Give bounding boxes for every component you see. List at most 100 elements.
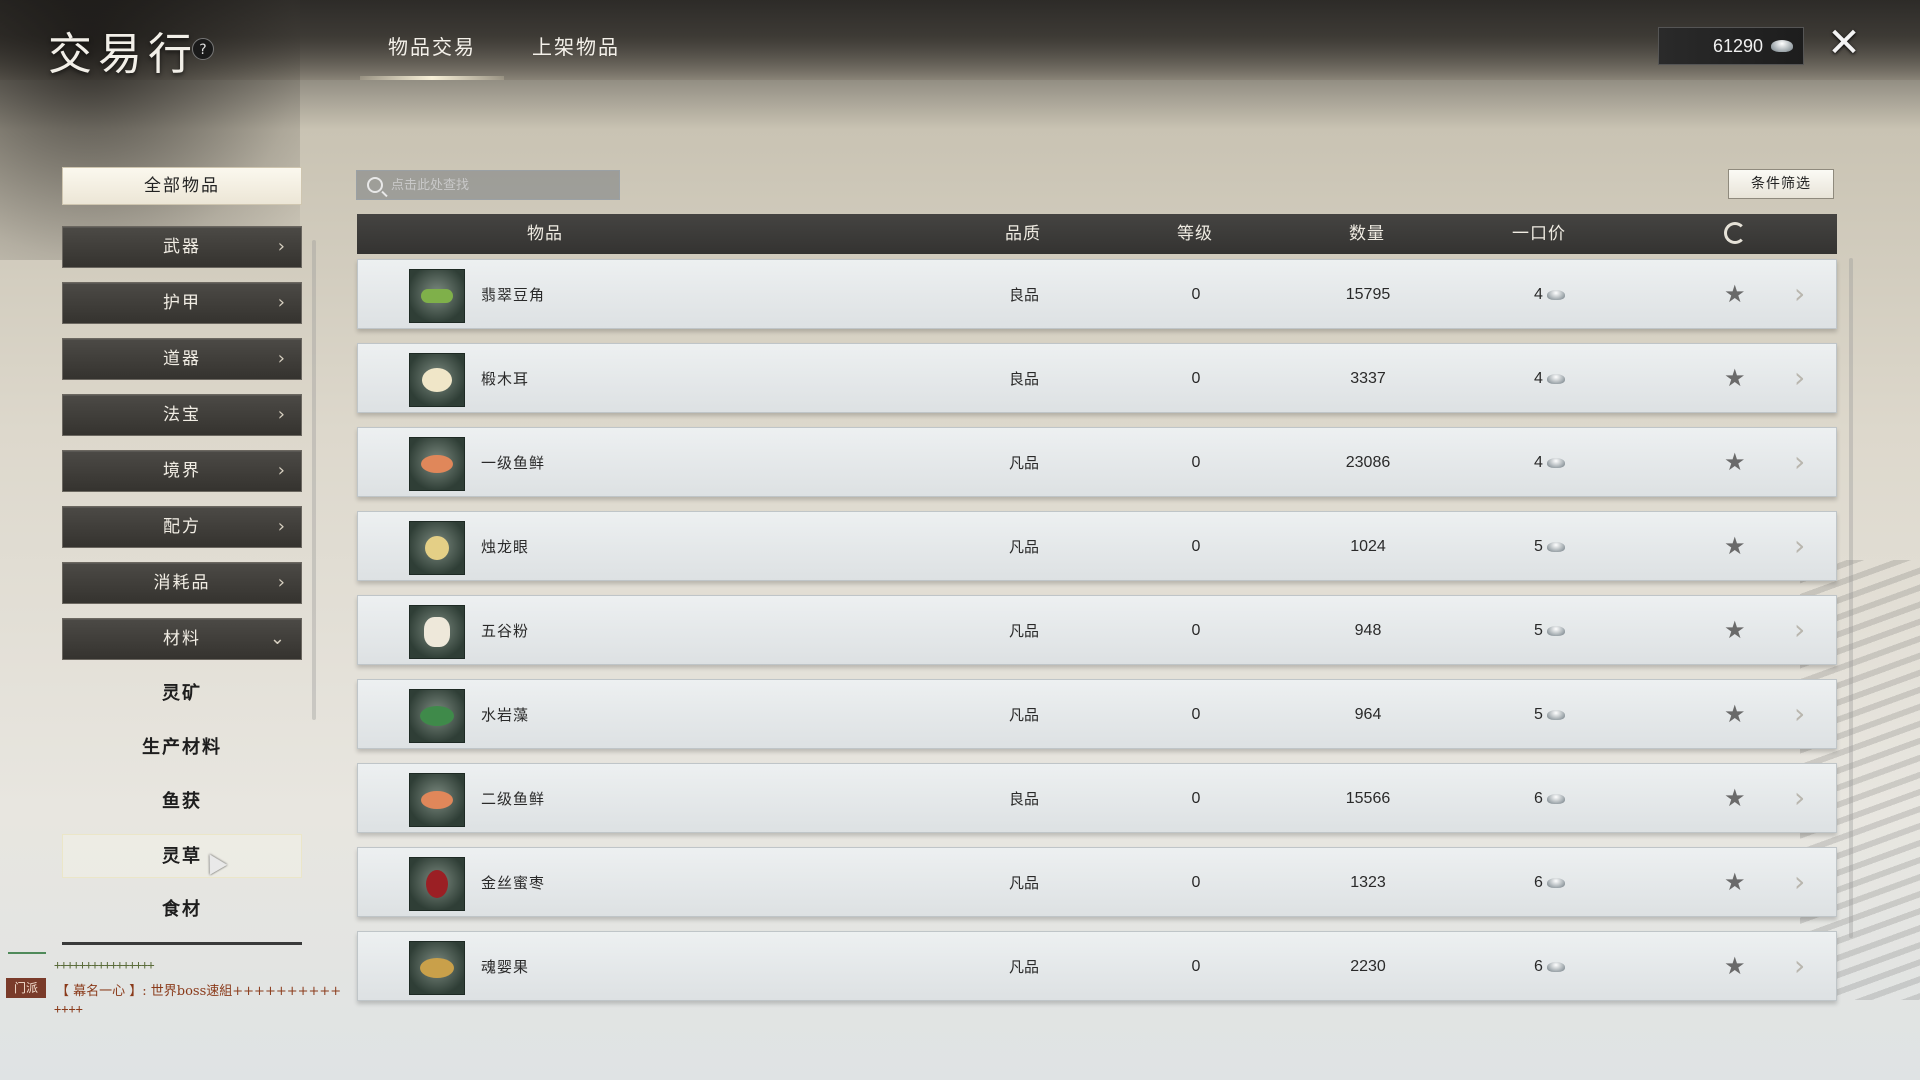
item-price: 4 <box>1534 344 1565 414</box>
refresh-icon[interactable] <box>1724 222 1746 244</box>
favorite-star-icon[interactable]: ★ <box>1724 618 1746 642</box>
category-label: 护甲 <box>163 293 201 313</box>
item-quality: 凡品 <box>1008 958 1040 976</box>
chat-message[interactable]: 【 幕名一心 】: 世界boss速組++++++++++ <box>56 980 341 999</box>
chevron-right-icon[interactable]: › <box>1794 700 1805 728</box>
price-value: 6 <box>1534 958 1543 975</box>
table-row[interactable]: 一级鱼鲜 凡品 0 23086 4 ★ › <box>357 427 1837 497</box>
chevron-right-icon[interactable]: › <box>1794 364 1805 392</box>
favorite-star-icon[interactable]: ★ <box>1724 450 1746 474</box>
category-label: 法宝 <box>163 405 201 425</box>
flour-sack-icon <box>409 605 465 659</box>
favorite-star-icon[interactable]: ★ <box>1724 954 1746 978</box>
table-header: 物品 品质 等级 数量 一口价 <box>357 214 1837 254</box>
chevron-right-icon: › <box>277 404 287 425</box>
favorite-star-icon[interactable]: ★ <box>1724 702 1746 726</box>
item-quality: 良品 <box>1008 286 1040 304</box>
header-item: 物品 <box>527 224 563 244</box>
category-treasure[interactable]: 法宝 › <box>62 394 302 436</box>
chevron-right-icon[interactable]: › <box>1794 784 1805 812</box>
filter-button[interactable]: 条件筛选 <box>1728 169 1834 199</box>
search-box[interactable] <box>356 170 620 200</box>
favorite-star-icon[interactable]: ★ <box>1724 786 1746 810</box>
item-quality: 良品 <box>1008 790 1040 808</box>
chevron-right-icon: › <box>277 572 287 593</box>
category-label: 材料 <box>163 629 201 649</box>
silver-ingot-icon <box>1546 794 1565 804</box>
chat-line: ++++++++++++++++ <box>54 958 155 972</box>
item-price: 6 <box>1534 932 1565 1002</box>
header-quality: 品质 <box>1005 224 1041 244</box>
favorite-star-icon[interactable]: ★ <box>1724 870 1746 894</box>
table-row[interactable]: 二级鱼鲜 良品 0 15566 6 ★ › <box>357 763 1837 833</box>
white-fungus-icon <box>409 353 465 407</box>
item-price: 5 <box>1534 680 1565 750</box>
item-price: 6 <box>1534 764 1565 834</box>
category-weapon[interactable]: 武器 › <box>62 226 302 268</box>
item-quality: 凡品 <box>1008 706 1040 724</box>
search-input[interactable] <box>391 177 591 193</box>
sidebar-scrollbar[interactable] <box>312 240 316 720</box>
chevron-right-icon: › <box>277 236 287 257</box>
silver-ingot-icon <box>1546 374 1565 384</box>
subcategory-production-material[interactable]: 生产材料 <box>62 726 302 770</box>
subcategory-spirit-herb[interactable]: 灵草 <box>62 834 302 878</box>
tab-list-item[interactable]: 上架物品 <box>520 30 632 80</box>
chevron-right-icon[interactable]: › <box>1794 532 1805 560</box>
category-artifact[interactable]: 道器 › <box>62 338 302 380</box>
category-label: 境界 <box>163 461 201 481</box>
table-row[interactable]: 翡翠豆角 良品 0 15795 4 ★ › <box>357 259 1837 329</box>
table-row[interactable]: 金丝蜜枣 凡品 0 1323 6 ★ › <box>357 847 1837 917</box>
category-armor[interactable]: 护甲 › <box>62 282 302 324</box>
chevron-right-icon: › <box>277 460 287 481</box>
item-quality: 良品 <box>1008 370 1040 388</box>
item-quality: 凡品 <box>1008 538 1040 556</box>
chevron-right-icon[interactable]: › <box>1794 448 1805 476</box>
jujube-icon <box>409 857 465 911</box>
item-name: 五谷粉 <box>481 622 530 640</box>
item-quantity: 3337 <box>1350 370 1386 387</box>
item-quantity: 15795 <box>1345 286 1391 303</box>
price-value: 4 <box>1534 370 1543 387</box>
close-button[interactable]: ✕ <box>1826 23 1862 63</box>
seaweed-icon <box>409 689 465 743</box>
table-row[interactable]: 水岩藻 凡品 0 964 5 ★ › <box>357 679 1837 749</box>
table-row[interactable]: 烛龙眼 凡品 0 1024 5 ★ › <box>357 511 1837 581</box>
favorite-star-icon[interactable]: ★ <box>1724 534 1746 558</box>
item-price: 4 <box>1534 428 1565 498</box>
tab-item-trade[interactable]: 物品交易 <box>360 30 504 80</box>
favorite-star-icon[interactable]: ★ <box>1724 366 1746 390</box>
item-name: 金丝蜜枣 <box>481 874 546 892</box>
fish-fillet-icon <box>409 437 465 491</box>
header-price: 一口价 <box>1512 224 1566 244</box>
subcategory-spirit-ore[interactable]: 灵矿 <box>62 672 302 716</box>
item-level: 0 <box>1191 538 1201 555</box>
item-quantity: 23086 <box>1345 454 1391 471</box>
table-row[interactable]: 椴木耳 良品 0 3337 4 ★ › <box>357 343 1837 413</box>
subcategory-fish-catch[interactable]: 鱼获 <box>62 780 302 824</box>
chevron-right-icon[interactable]: › <box>1794 952 1805 980</box>
favorite-star-icon[interactable]: ★ <box>1724 282 1746 306</box>
currency-amount: 61290 <box>1712 35 1763 56</box>
all-items-button[interactable]: 全部物品 <box>62 167 302 205</box>
category-recipe[interactable]: 配方 › <box>62 506 302 548</box>
category-label: 消耗品 <box>153 573 211 593</box>
table-row[interactable]: 魂婴果 凡品 0 2230 6 ★ › <box>357 931 1837 1001</box>
silver-ingot-icon <box>1546 710 1565 720</box>
chevron-right-icon[interactable]: › <box>1794 280 1805 308</box>
table-row[interactable]: 五谷粉 凡品 0 948 5 ★ › <box>357 595 1837 665</box>
category-material[interactable]: 材料 ⌄ <box>62 618 302 660</box>
category-realm[interactable]: 境界 › <box>62 450 302 492</box>
currency-display: 61290 <box>1658 27 1804 65</box>
subcategory-ingredients[interactable]: 食材 <box>62 888 302 932</box>
item-level: 0 <box>1191 874 1201 891</box>
list-scrollbar[interactable] <box>1849 258 1853 938</box>
help-icon[interactable]: ? <box>192 38 214 60</box>
item-level: 0 <box>1191 958 1201 975</box>
chat-line: ++++ <box>54 1002 83 1016</box>
fish-fillet-icon <box>409 773 465 827</box>
chevron-down-icon: ⌄ <box>269 628 287 649</box>
chevron-right-icon[interactable]: › <box>1794 616 1805 644</box>
chevron-right-icon[interactable]: › <box>1794 868 1805 896</box>
category-consumable[interactable]: 消耗品 › <box>62 562 302 604</box>
